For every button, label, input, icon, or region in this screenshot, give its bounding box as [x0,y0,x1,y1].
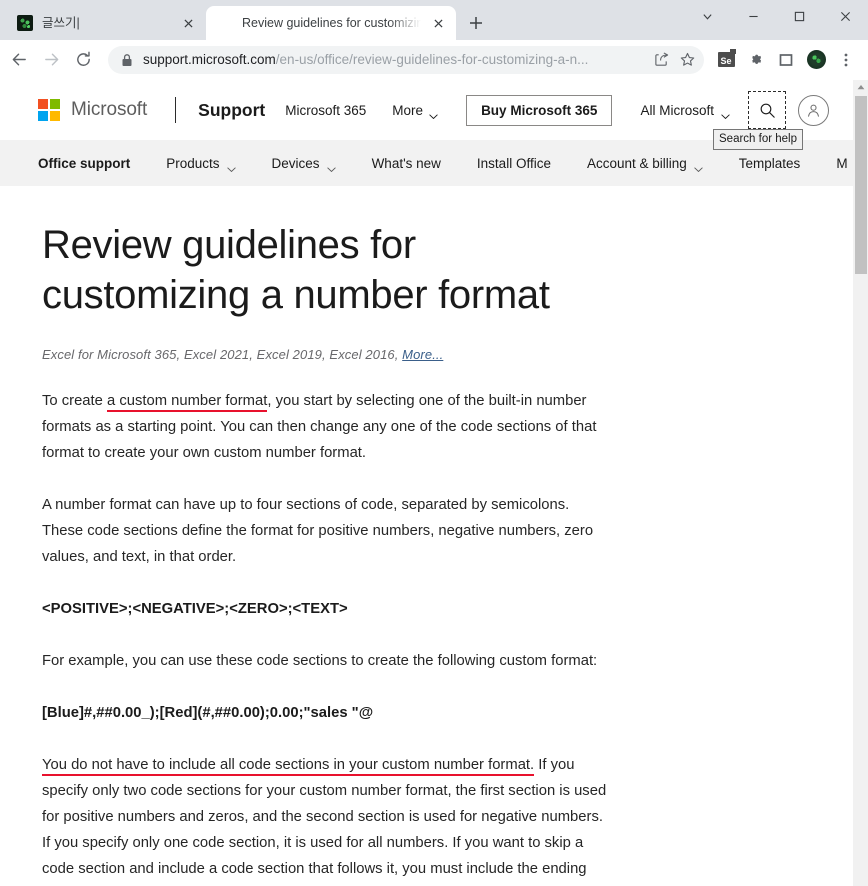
nav-label: Office support [38,155,131,171]
reload-button[interactable] [68,45,98,75]
profile-avatar[interactable] [802,46,830,74]
back-button[interactable] [4,45,34,75]
nav-item-templates[interactable]: Templates [739,156,801,171]
scrollbar-thumb[interactable] [855,96,867,274]
annotation-underline-2: You do not have to include all code sect… [42,756,535,776]
microsoft-icon [217,15,233,31]
selenium-ide-extension-icon[interactable]: Se [712,46,740,74]
page-content: Microsoft Support Microsoft 365 More Buy… [0,80,853,886]
paragraph-2: A number format can have up to four sect… [42,496,594,565]
nav-item-office-support[interactable]: Office support [38,156,130,171]
browser-toolbar: support.microsoft.com/en-us/office/revie… [0,40,868,80]
buy-microsoft-365-button[interactable]: Buy Microsoft 365 [466,94,613,126]
chrome-menu-icon[interactable] [832,46,860,74]
header-link-microsoft-365[interactable]: Microsoft 365 [285,103,366,118]
browser-tab-1[interactable]: 글쓰기| [6,6,206,40]
header-right-group: All Microsoft Search for help [640,91,853,150]
tab-search-chevron-icon[interactable] [684,0,730,32]
chevron-down-icon [694,160,703,172]
tab-title: 글쓰기| [42,16,80,30]
share-icon[interactable] [648,47,674,73]
nav-item-account-billing[interactable]: Account & billing [586,155,703,172]
p1-text-a: To create [42,392,107,409]
extensions-puzzle-icon[interactable] [742,46,770,74]
all-microsoft-menu[interactable]: All Microsoft [640,102,730,119]
header-more-label: More [392,102,424,118]
nav-item-whats-new[interactable]: What's new [372,156,441,171]
nav-item-devices[interactable]: Devices [271,155,336,172]
nav-label: Install Office [476,155,551,171]
sidepanel-icon[interactable] [772,46,800,74]
star-icon[interactable] [674,47,700,73]
minimize-button[interactable] [730,0,776,32]
header-divider [175,97,177,123]
selenium-badge-label: Se [717,49,736,67]
nav-label: Devices [271,155,320,171]
nav-item-install-office[interactable]: Install Office [477,156,551,171]
nav-item-products[interactable]: Products [166,155,236,172]
search-for-help-button[interactable]: Search for help [713,91,803,150]
lock-icon [121,53,133,67]
site-header: Microsoft Support Microsoft 365 More Buy… [0,80,853,150]
tab-title: Review guidelines for customizing [242,16,421,30]
forward-button[interactable] [36,45,66,75]
tab-close-icon[interactable] [180,15,197,32]
microsoft-logo-icon [38,99,60,121]
nav-label: What's new [371,155,441,171]
chevron-down-icon [429,107,438,119]
nav-label: Account & billing [586,155,687,171]
chevron-down-icon [226,160,236,172]
applies-to-products: Excel for Microsoft 365, Excel 2021, Exc… [42,346,403,362]
nav-label: M [836,155,848,171]
window-controls [684,0,868,32]
maximize-button[interactable] [776,0,822,32]
url-path: /en-us/office/review-guidelines-for-cust… [275,51,589,67]
microsoft-wordmark: Microsoft [71,99,148,120]
page-viewport: Microsoft Support Microsoft 365 More Buy… [0,80,868,886]
paragraph-3: For example, you can use these code sect… [42,652,598,669]
nav-item-more-truncated[interactable]: M [836,156,847,171]
annotation-underline-1: a custom number format [106,392,268,412]
account-button[interactable] [798,94,829,126]
chevron-down-icon [326,160,336,172]
person-icon [807,104,820,117]
support-link[interactable]: Support [198,100,265,121]
applies-to-more-link[interactable]: More... [402,347,443,362]
chevron-down-icon [721,107,730,119]
search-tooltip: Search for help [713,129,803,150]
microsoft-logo[interactable]: Microsoft [38,99,147,121]
scroll-up-arrow-icon[interactable] [854,80,868,94]
browser-window: 글쓰기| Review guidelines for customizing s… [0,0,868,886]
p4-text-rest: If you specify only two code sections fo… [42,756,607,877]
url-domain: support.microsoft.com [143,51,276,67]
tab-strip: 글쓰기| Review guidelines for customizing [0,0,868,40]
nav-label: Templates [738,155,801,171]
nav-label: Products [166,155,220,171]
avatar [806,50,826,69]
page-title: Review guidelines for customizing a numb… [42,223,550,318]
search-icon [760,103,775,118]
applies-to-line: Excel for Microsoft 365, Excel 2021, Exc… [42,347,853,362]
article: Review guidelines for customizing a numb… [0,186,853,886]
page-scrollbar[interactable] [853,80,868,886]
code-line-2: [Blue]#,##0.00_);[Red](#,##0.00);0.00;"s… [42,704,374,721]
new-tab-button[interactable] [462,9,490,37]
code-line-1: <POSITIVE>;<NEGATIVE>;<ZERO>;<TEXT> [42,600,348,617]
address-bar[interactable]: support.microsoft.com/en-us/office/revie… [108,45,704,74]
paragraph-1: To create a custom number format, you st… [42,388,612,466]
all-microsoft-label: All Microsoft [640,102,714,118]
tab-close-icon[interactable] [430,15,447,32]
close-window-button[interactable] [822,0,868,32]
paragraph-4: You do not have to include all code sect… [42,752,612,886]
url-text: support.microsoft.com/en-us/office/revie… [143,52,648,68]
header-more-menu[interactable]: More [392,102,438,119]
browser-tab-2[interactable]: Review guidelines for customizing [206,6,456,40]
korean-blog-icon [17,15,33,31]
